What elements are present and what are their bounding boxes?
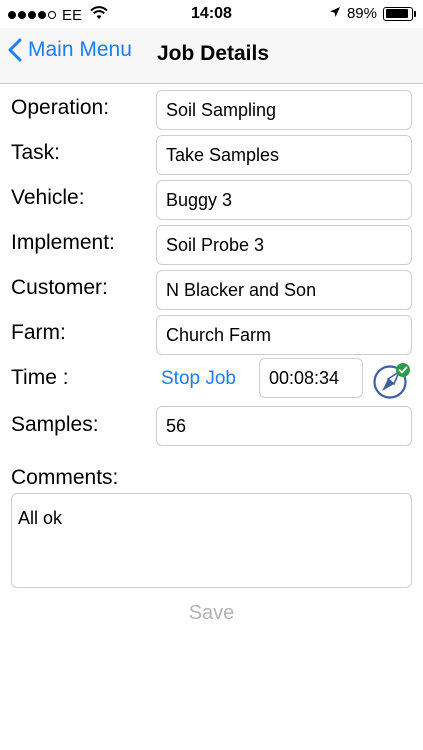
stop-job-button[interactable]: Stop Job bbox=[161, 368, 236, 390]
chevron-left-icon bbox=[8, 38, 22, 62]
compass-icon bbox=[373, 363, 410, 399]
checkmark-badge-icon bbox=[396, 363, 410, 377]
operation-label: Operation: bbox=[11, 96, 110, 119]
vehicle-label: Vehicle: bbox=[11, 186, 85, 209]
vehicle-field[interactable] bbox=[156, 180, 412, 220]
implement-label: Implement: bbox=[11, 231, 115, 254]
battery-icon bbox=[383, 6, 416, 21]
status-right: 89% bbox=[329, 5, 416, 22]
navigation-bar: Main Menu Job Details bbox=[0, 28, 423, 84]
time-label: Time : bbox=[11, 366, 69, 389]
customer-field[interactable] bbox=[156, 270, 412, 310]
back-button[interactable]: Main Menu bbox=[8, 38, 132, 62]
operation-field[interactable] bbox=[156, 90, 412, 130]
compass-button[interactable] bbox=[372, 362, 412, 400]
implement-field[interactable] bbox=[156, 225, 412, 265]
farm-field[interactable] bbox=[156, 315, 412, 355]
page-title: Job Details bbox=[157, 42, 270, 65]
comments-textarea[interactable]: All ok bbox=[11, 493, 412, 588]
job-timer: 00:08:34 bbox=[259, 358, 363, 398]
battery-level bbox=[385, 9, 408, 18]
samples-field[interactable] bbox=[156, 406, 412, 446]
location-arrow-icon bbox=[329, 5, 341, 22]
farm-label: Farm: bbox=[11, 321, 66, 344]
save-button[interactable]: Save bbox=[0, 602, 423, 625]
samples-label: Samples: bbox=[11, 413, 99, 436]
battery-percentage: 89% bbox=[346, 5, 377, 22]
status-bar: EE 14:08 89% bbox=[0, 0, 423, 28]
task-field[interactable] bbox=[156, 135, 412, 175]
comments-label: Comments: bbox=[11, 466, 119, 489]
task-label: Task: bbox=[11, 141, 61, 164]
back-button-label: Main Menu bbox=[28, 38, 132, 61]
customer-label: Customer: bbox=[11, 276, 108, 299]
